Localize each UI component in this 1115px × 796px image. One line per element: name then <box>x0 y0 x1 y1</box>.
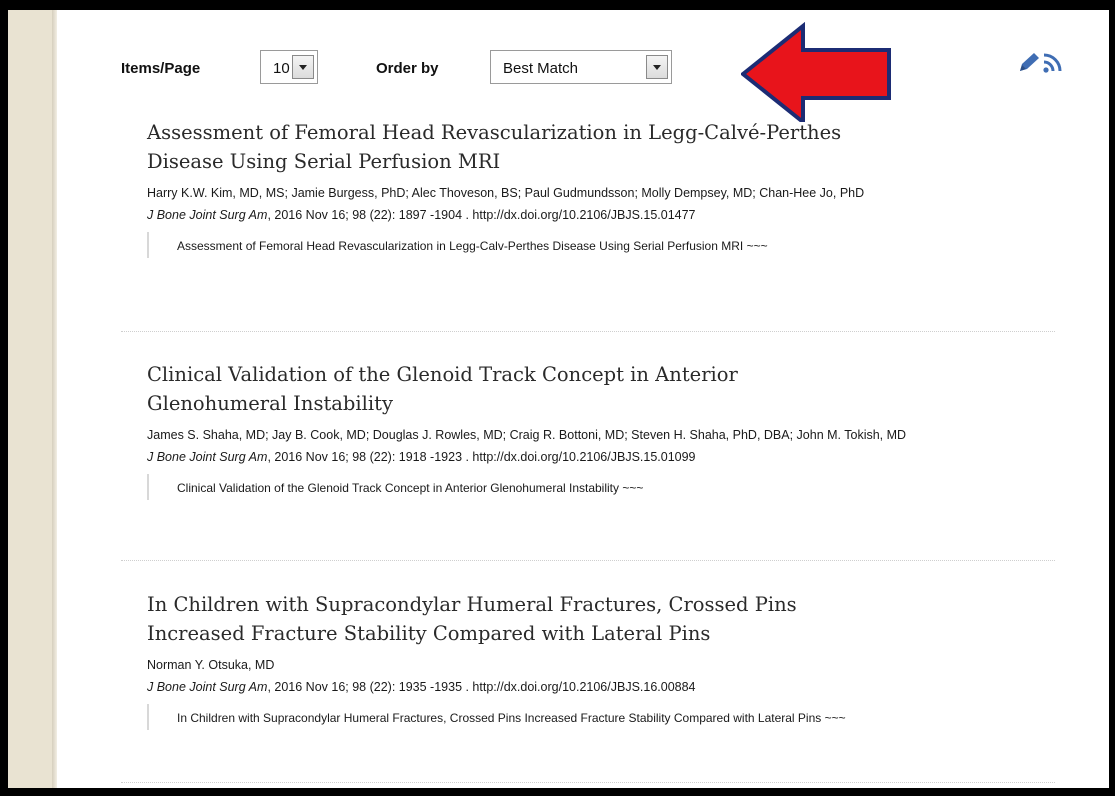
result-authors: James S. Shaha, MD; Jay B. Cook, MD; Dou… <box>147 428 907 442</box>
result-citation: J Bone Joint Surg Am, 2016 Nov 16; 98 (2… <box>147 450 1067 464</box>
items-per-page-label: Items/Page <box>121 60 201 77</box>
result-citation: J Bone Joint Surg Am, 2016 Nov 16; 98 (2… <box>147 680 1067 694</box>
citation-details: , 2016 Nov 16; 98 (22): 1918 -1923 . htt… <box>267 450 696 464</box>
result-citation: J Bone Joint Surg Am, 2016 Nov 16; 98 (2… <box>147 208 1067 222</box>
result-divider <box>121 331 1055 332</box>
journal-name: J Bone Joint Surg Am <box>147 208 268 222</box>
journal-name: J Bone Joint Surg Am <box>147 680 268 694</box>
order-by-label: Order by <box>376 60 439 77</box>
order-by-value: Best Match <box>503 60 579 77</box>
pencil-icon[interactable] <box>1020 53 1039 71</box>
left-sidebar-band <box>8 10 52 788</box>
result-title-line[interactable]: Increased Fracture Stability Compared wi… <box>147 622 710 645</box>
result-abstract: Clinical Validation of the Glenoid Track… <box>147 474 937 500</box>
result-authors: Harry K.W. Kim, MD, MS; Jamie Burgess, P… <box>147 186 865 200</box>
result-item: Clinical Validation of the Glenoid Track… <box>147 360 1067 500</box>
items-per-page-value: 10 <box>273 60 290 77</box>
result-item: Assessment of Femoral Head Revasculariza… <box>147 118 1067 258</box>
rss-icon[interactable] <box>1043 53 1062 73</box>
result-authors: Norman Y. Otsuka, MD <box>147 658 275 672</box>
result-abstract: Assessment of Femoral Head Revasculariza… <box>147 232 937 258</box>
result-abstract: In Children with Supracondylar Humeral F… <box>147 704 937 730</box>
chevron-down-icon[interactable] <box>292 55 314 79</box>
result-title-line[interactable]: Assessment of Femoral Head Revasculariza… <box>147 121 841 144</box>
result-title-line[interactable]: Disease Using Serial Perfusion MRI <box>147 150 500 173</box>
result-title[interactable]: In Children with Supracondylar Humeral F… <box>147 590 1047 648</box>
result-divider <box>121 560 1055 561</box>
citation-details: , 2016 Nov 16; 98 (22): 1897 -1904 . htt… <box>267 208 696 222</box>
result-divider <box>121 782 1055 783</box>
order-by-select[interactable]: Best Match <box>490 50 672 84</box>
result-title[interactable]: Assessment of Femoral Head Revasculariza… <box>147 118 1047 176</box>
journal-name: J Bone Joint Surg Am <box>147 450 268 464</box>
screenshot-frame: Items/Page 10 Order by Best Match Assess… <box>8 10 1109 788</box>
annotation-arrow-icon <box>741 22 891 122</box>
result-item: In Children with Supracondylar Humeral F… <box>147 590 1067 730</box>
result-title-line[interactable]: In Children with Supracondylar Humeral F… <box>147 593 797 616</box>
items-per-page-select[interactable]: 10 <box>260 50 318 84</box>
pencil-rss-icons <box>1020 53 1062 73</box>
results-panel: Items/Page 10 Order by Best Match Assess… <box>57 10 1109 788</box>
citation-details: , 2016 Nov 16; 98 (22): 1935 -1935 . htt… <box>267 680 696 694</box>
toolbar-icons <box>1017 51 1065 75</box>
result-title-line[interactable]: Clinical Validation of the Glenoid Track… <box>147 363 738 386</box>
chevron-down-icon[interactable] <box>646 55 668 79</box>
result-title-line[interactable]: Glenohumeral Instability <box>147 392 393 415</box>
result-title[interactable]: Clinical Validation of the Glenoid Track… <box>147 360 1047 418</box>
